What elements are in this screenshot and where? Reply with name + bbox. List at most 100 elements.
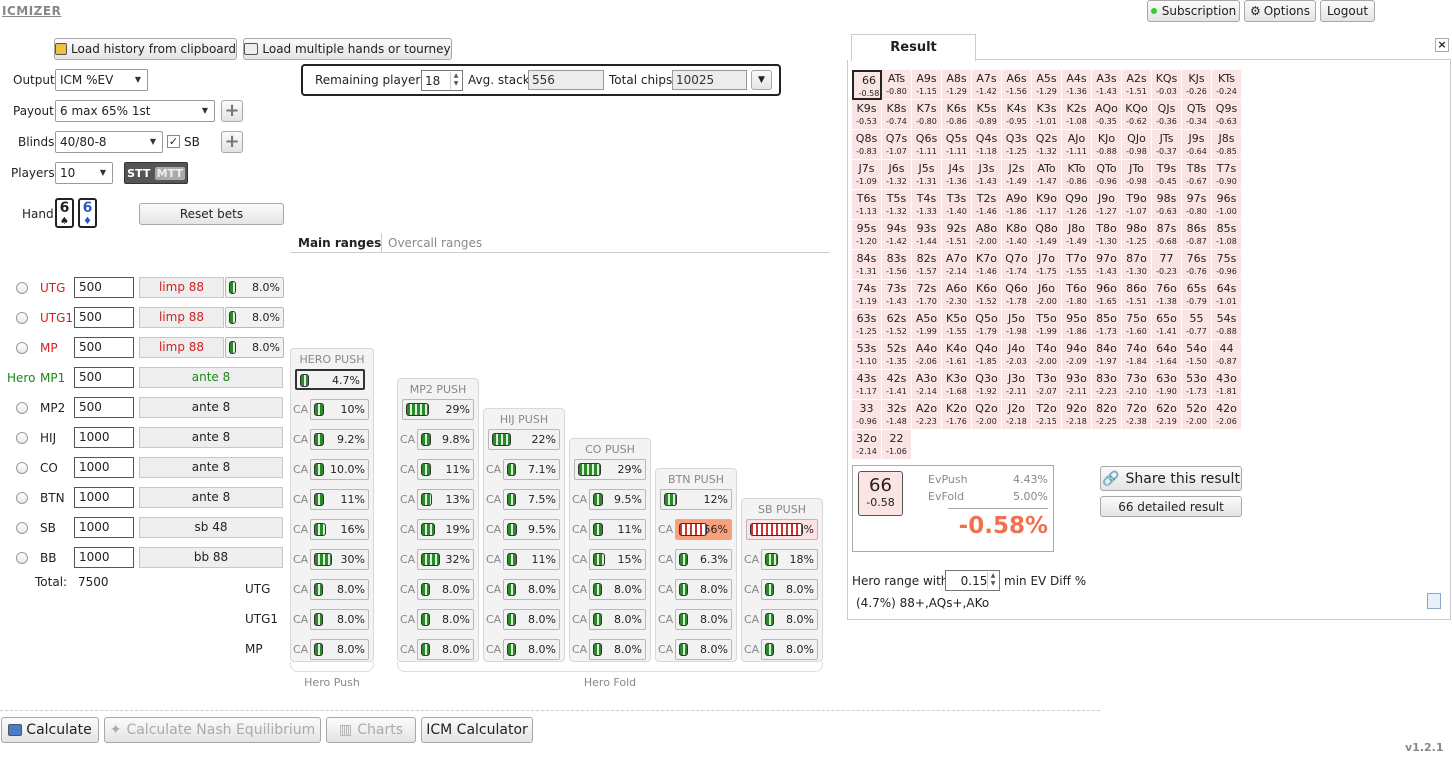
call-range-percent[interactable]: 7.5% — [503, 489, 560, 510]
hand-cell-Q6s[interactable]: Q6s -1.11 — [912, 130, 942, 160]
call-range-percent[interactable]: 8.0% — [310, 639, 369, 660]
hand-cell-K3s[interactable]: K3s -1.01 — [1032, 100, 1062, 130]
call-range-percent[interactable]: 6.3% — [675, 549, 732, 570]
hand-cell-AQo[interactable]: AQo -0.35 — [1092, 100, 1122, 130]
hand-cell-96s[interactable]: 96s -1.00 — [1212, 190, 1242, 220]
hand-cell-A5s[interactable]: A5s -1.29 — [1032, 70, 1062, 100]
hand-cell-T6s[interactable]: T6s -1.13 — [852, 190, 882, 220]
copy-icon[interactable] — [1427, 593, 1441, 609]
hand-cell-A6o[interactable]: A6o -2.30 — [942, 280, 972, 310]
hand-cell-J3o[interactable]: J3o -2.11 — [1002, 370, 1032, 400]
hand-cell-83o[interactable]: 83o -2.23 — [1092, 370, 1122, 400]
hand-cell-J9s[interactable]: J9s -0.64 — [1182, 130, 1212, 160]
hand-cell-J6o[interactable]: J6o -2.00 — [1032, 280, 1062, 310]
players-select[interactable]: 10 ▼ — [55, 162, 113, 184]
hand-cell-84s[interactable]: 84s -1.31 — [852, 250, 882, 280]
hand-cell-85s[interactable]: 85s -1.08 — [1212, 220, 1242, 250]
hand-cell-A7o[interactable]: A7o -2.14 — [942, 250, 972, 280]
action-field[interactable]: ante 8 — [139, 487, 283, 508]
call-range-percent[interactable]: 19% — [417, 519, 474, 540]
stack-input[interactable]: 500 — [74, 367, 134, 388]
hand-cell-JTs[interactable]: JTs -0.37 — [1152, 130, 1182, 160]
push-range-percent[interactable]: 79% — [746, 519, 818, 540]
hand-cell-QTo[interactable]: QTo -0.96 — [1092, 160, 1122, 190]
call-range-percent[interactable]: 9.5% — [589, 489, 646, 510]
hand-cell-Q2o[interactable]: Q2o -2.00 — [972, 400, 1002, 430]
hand-cell-J7s[interactable]: J7s -1.09 — [852, 160, 882, 190]
call-range-percent[interactable]: 8.0% — [675, 639, 732, 660]
hand-cell-J8o[interactable]: J8o -1.49 — [1062, 220, 1092, 250]
hand-cell-T7o[interactable]: T7o -1.55 — [1062, 250, 1092, 280]
call-range-percent[interactable]: 8.0% — [675, 609, 732, 630]
hand-cell-J6s[interactable]: J6s -1.32 — [882, 160, 912, 190]
call-range-percent[interactable]: 56% — [675, 519, 732, 540]
hand-cell-K6o[interactable]: K6o -1.52 — [972, 280, 1002, 310]
icm-calculator-button[interactable]: ICM Calculator — [421, 717, 533, 743]
hand-cell-72o[interactable]: 72o -2.38 — [1122, 400, 1152, 430]
action-field[interactable]: limp 88 — [139, 277, 224, 298]
hand-cell-J8s[interactable]: J8s -0.85 — [1212, 130, 1242, 160]
hand-cell-42o[interactable]: 42o -2.06 — [1212, 400, 1242, 430]
hand-cell-75s[interactable]: 75s -0.96 — [1212, 250, 1242, 280]
action-field[interactable]: ante 8 — [139, 367, 283, 388]
hand-cell-T5s[interactable]: T5s -1.32 — [882, 190, 912, 220]
call-range-percent[interactable]: 10% — [310, 399, 369, 420]
hand-cell-A6s[interactable]: A6s -1.56 — [1002, 70, 1032, 100]
hand-cell-Q9s[interactable]: Q9s -0.63 — [1212, 100, 1242, 130]
hand-cell-73o[interactable]: 73o -2.10 — [1122, 370, 1152, 400]
hand-cell-86s[interactable]: 86s -0.87 — [1182, 220, 1212, 250]
hand-cell-74o[interactable]: 74o -1.84 — [1122, 340, 1152, 370]
call-range-percent[interactable]: 8.0% — [310, 609, 369, 630]
hand-cell-55[interactable]: 55 -0.77 — [1182, 310, 1212, 340]
hand-cell-K9o[interactable]: K9o -1.17 — [1032, 190, 1062, 220]
call-range-percent[interactable]: 8.0% — [310, 579, 369, 600]
call-range-percent[interactable]: 9.8% — [417, 429, 474, 450]
hand-cell-A3o[interactable]: A3o -2.14 — [912, 370, 942, 400]
hand-cell-77[interactable]: 77 -0.23 — [1152, 250, 1182, 280]
hand-cell-Q6o[interactable]: Q6o -1.78 — [1002, 280, 1032, 310]
hand-cell-64o[interactable]: 64o -1.64 — [1152, 340, 1182, 370]
hand-cell-A2s[interactable]: A2s -1.51 — [1122, 70, 1152, 100]
hand-cell-A8s[interactable]: A8s -1.29 — [942, 70, 972, 100]
hand-cell-63o[interactable]: 63o -1.90 — [1152, 370, 1182, 400]
hand-cell-87s[interactable]: 87s -0.68 — [1152, 220, 1182, 250]
position-radio[interactable] — [16, 552, 28, 564]
hand-cell-K5o[interactable]: K5o -1.55 — [942, 310, 972, 340]
hand-cell-42s[interactable]: 42s -1.41 — [882, 370, 912, 400]
stack-input[interactable]: 1000 — [74, 487, 134, 508]
options-button[interactable]: ⚙ Options — [1244, 0, 1316, 22]
hand-cell-ATo[interactable]: ATo -1.47 — [1032, 160, 1062, 190]
position-radio[interactable] — [16, 522, 28, 534]
limp-range-percent[interactable]: 8.0% — [225, 307, 284, 328]
position-radio[interactable] — [16, 402, 28, 414]
hand-cell-A3s[interactable]: A3s -1.43 — [1092, 70, 1122, 100]
hand-cell-76o[interactable]: 76o -1.38 — [1152, 280, 1182, 310]
hand-cell-K8s[interactable]: K8s -0.74 — [882, 100, 912, 130]
hand-cell-A7s[interactable]: A7s -1.42 — [972, 70, 1002, 100]
hand-cell-82o[interactable]: 82o -2.25 — [1092, 400, 1122, 430]
hand-cell-QTs[interactable]: QTs -0.34 — [1182, 100, 1212, 130]
hand-cell-98o[interactable]: 98o -1.25 — [1122, 220, 1152, 250]
hand-cell-54o[interactable]: 54o -1.50 — [1182, 340, 1212, 370]
share-result-button[interactable]: 🔗 Share this result — [1100, 466, 1242, 491]
position-radio[interactable] — [16, 462, 28, 474]
hand-cell-K5s[interactable]: K5s -0.89 — [972, 100, 1002, 130]
hand-cell-64s[interactable]: 64s -1.01 — [1212, 280, 1242, 310]
call-range-percent[interactable]: 8.0% — [675, 579, 732, 600]
hand-cell-72s[interactable]: 72s -1.70 — [912, 280, 942, 310]
expand-dropdown-button[interactable]: ▼ — [751, 70, 772, 90]
hand-cell-T2o[interactable]: T2o -2.15 — [1032, 400, 1062, 430]
hand-cell-JTo[interactable]: JTo -0.98 — [1122, 160, 1152, 190]
hand-cell-85o[interactable]: 85o -1.73 — [1092, 310, 1122, 340]
hand-cell-Q4s[interactable]: Q4s -1.18 — [972, 130, 1002, 160]
call-range-percent[interactable]: 10.0% — [310, 459, 369, 480]
hand-cell-Q2s[interactable]: Q2s -1.32 — [1032, 130, 1062, 160]
spinner-icon[interactable]: ▲ ▼ — [987, 572, 998, 589]
action-field[interactable]: bb 88 — [139, 547, 283, 568]
hand-cell-65s[interactable]: 65s -0.79 — [1182, 280, 1212, 310]
stt-mtt-toggle[interactable]: STT MTT — [124, 162, 188, 184]
push-range-percent[interactable]: 29% — [402, 399, 474, 420]
position-radio[interactable] — [16, 492, 28, 504]
stack-input[interactable]: 1000 — [74, 427, 134, 448]
hand-cell-82s[interactable]: 82s -1.57 — [912, 250, 942, 280]
